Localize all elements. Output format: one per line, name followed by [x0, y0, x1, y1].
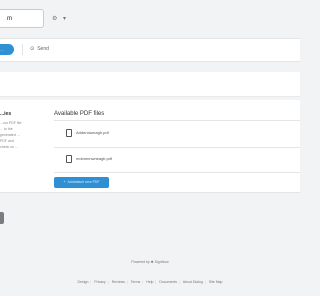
footer-link[interactable]: Reviews — [112, 280, 125, 284]
add-pdf-button[interactable]: + Add/attach new PDF — [54, 177, 109, 188]
section-strip — [0, 72, 300, 97]
footer-link[interactable]: Site Map — [209, 280, 223, 284]
file-icon — [66, 129, 72, 137]
send-icon: ⊙ — [30, 46, 35, 52]
section-title: ...ies — [0, 111, 12, 117]
plus-icon: + — [63, 180, 66, 184]
powered-by: Powered by ✱ SignNow — [131, 260, 169, 264]
gear-icon[interactable]: ⚙ — [52, 16, 57, 22]
footer-link[interactable]: Privacy — [94, 280, 105, 284]
search-input[interactable]: m — [0, 9, 44, 28]
file-list: Addendumagh.pdf mobmnnwneaglr.pdf — [54, 120, 300, 173]
send-button[interactable]: ⊙ Send — [30, 45, 49, 54]
footer-link[interactable]: Help — [146, 280, 153, 284]
footer-link[interactable]: Documents — [159, 280, 177, 284]
send-label: Send — [37, 46, 49, 52]
side-button[interactable] — [0, 212, 4, 224]
toolbar-divider — [22, 44, 23, 55]
footer-link[interactable]: About Dialog — [183, 280, 203, 284]
primary-action-button[interactable]: ... — [0, 44, 14, 55]
footer-link[interactable]: Design — [78, 280, 89, 284]
top-bar — [0, 0, 300, 34]
footer-links: Design | Privacy | Reviews | Terms | Help | D… — [77, 280, 223, 284]
file-row[interactable]: mobmnnwneaglr.pdf — [54, 147, 300, 173]
file-icon — [66, 155, 72, 163]
add-pdf-label: Add/attach new PDF — [67, 180, 100, 184]
file-name[interactable]: mobmnnwneaglr.pdf — [76, 156, 112, 161]
section-description: ...our PDF file ... to the generated ...… — [0, 121, 22, 149]
footer-link[interactable]: Terms — [131, 280, 141, 284]
available-files-title: Available PDF files — [54, 111, 105, 117]
file-name[interactable]: Addendumagh.pdf — [76, 130, 109, 135]
chevron-down-icon[interactable]: ▾ — [63, 16, 66, 22]
file-row[interactable]: Addendumagh.pdf — [54, 121, 300, 148]
